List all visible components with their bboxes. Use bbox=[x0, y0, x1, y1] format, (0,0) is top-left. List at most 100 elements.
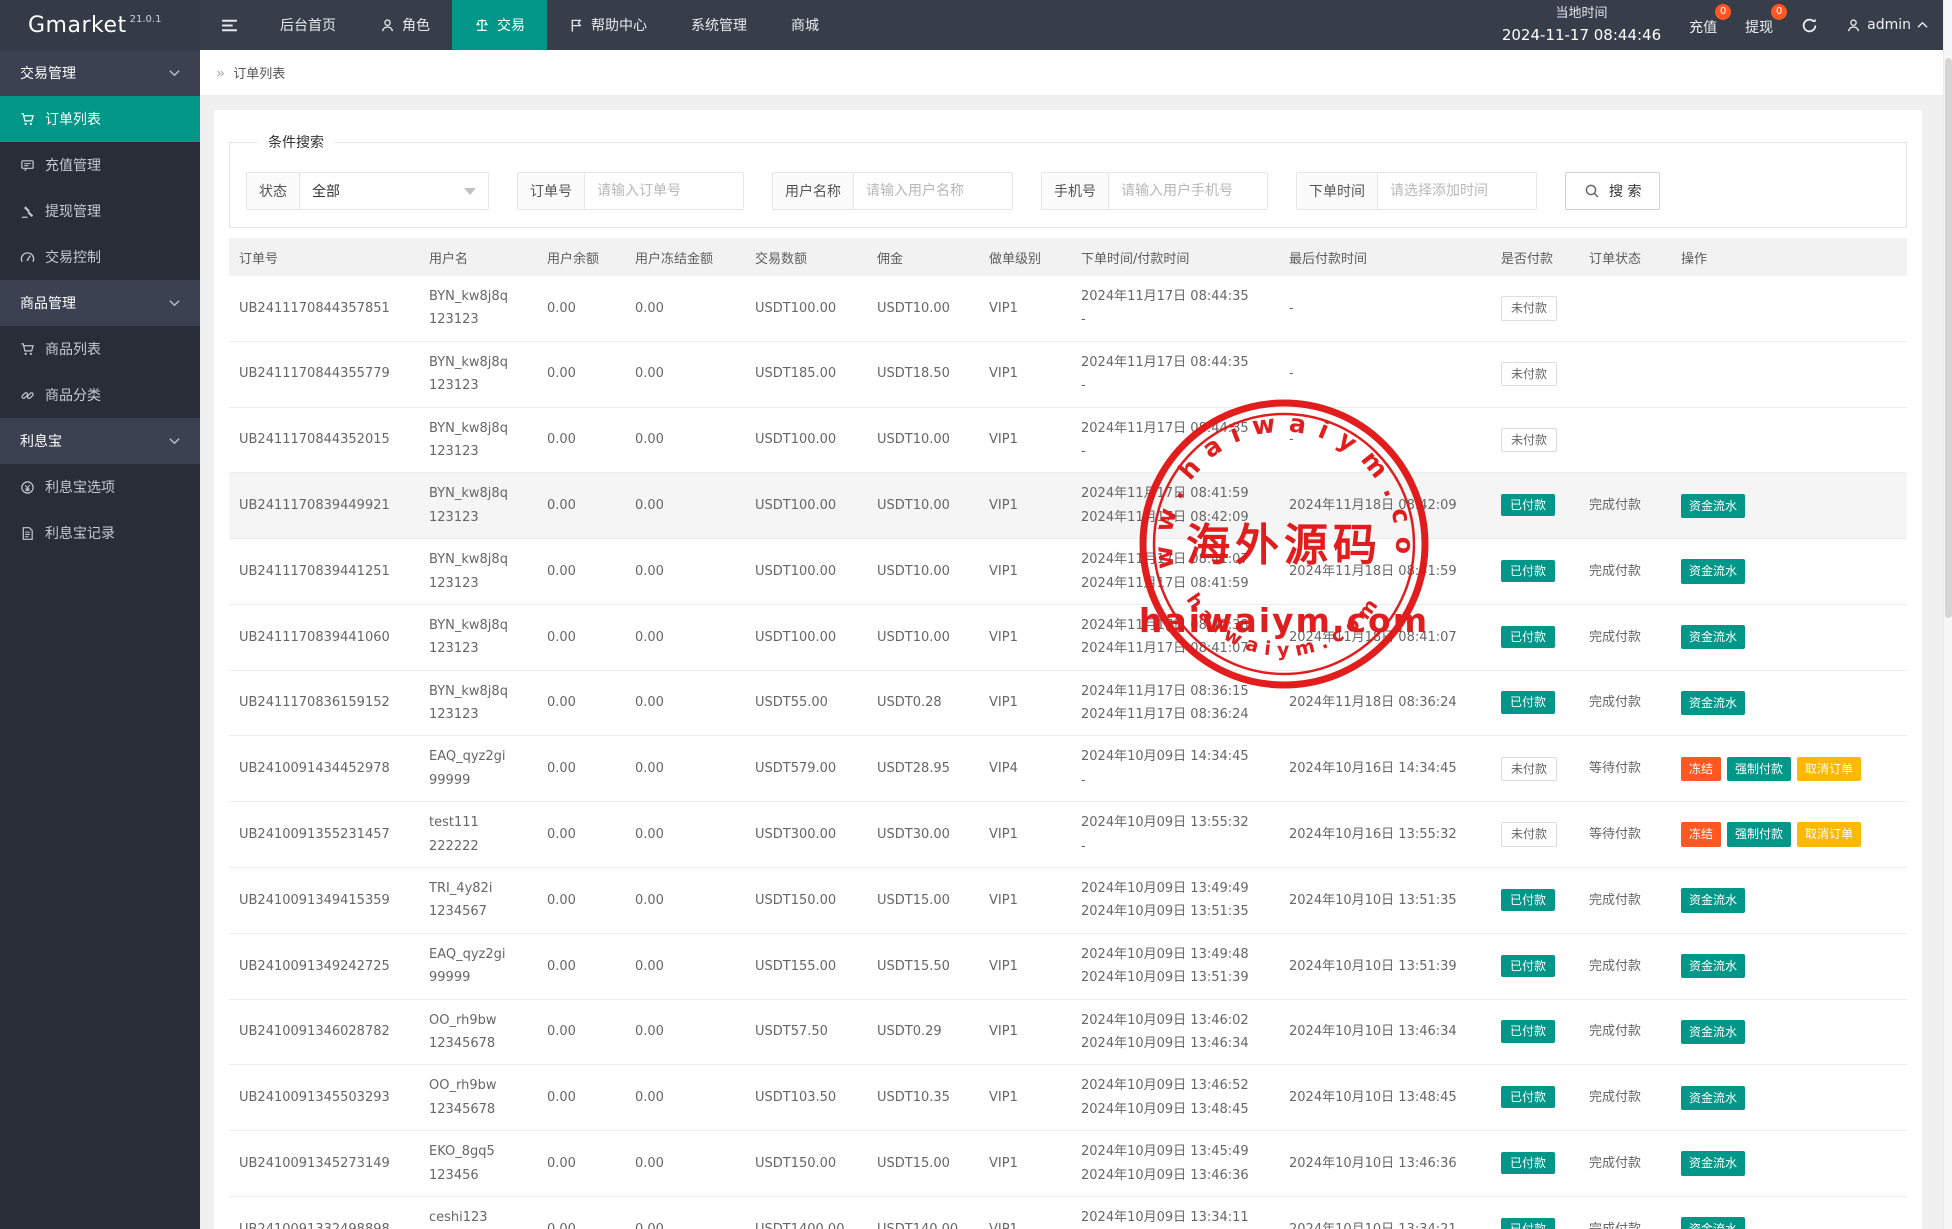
nav-item-help-center[interactable]: 帮助中心 bbox=[547, 0, 669, 50]
commission: USDT30.00 bbox=[877, 827, 950, 842]
vip-level: VIP1 bbox=[989, 564, 1018, 579]
actions-cell: 资金流水 bbox=[1671, 1196, 1907, 1229]
trade-amount: USDT57.50 bbox=[755, 1024, 828, 1039]
flow-button[interactable]: 资金流水 bbox=[1681, 625, 1745, 649]
order-time-filter: 下单时间 bbox=[1296, 172, 1537, 210]
commission: USDT15.00 bbox=[877, 893, 950, 908]
user-frozen-amount: 0.00 bbox=[635, 1090, 664, 1105]
last-pay-time: 2024年10月16日 13:55:32 bbox=[1289, 827, 1457, 842]
sidebar-item-goods-category[interactable]: 商品分类 bbox=[0, 372, 200, 418]
order-status: 等待付款 bbox=[1589, 827, 1641, 842]
commission: USDT10.00 bbox=[877, 564, 950, 579]
cart-icon bbox=[20, 342, 35, 357]
flow-button[interactable]: 资金流水 bbox=[1681, 1086, 1745, 1110]
flow-button[interactable]: 资金流水 bbox=[1681, 1217, 1745, 1229]
sidebar-item-trade-control[interactable]: 交易控制 bbox=[0, 234, 200, 280]
user-name: EAQ_qyz2gi bbox=[429, 745, 527, 768]
sidebar-item-withdraw-manage[interactable]: 提现管理 bbox=[0, 188, 200, 234]
column-header: 下单时间/付款时间 bbox=[1071, 238, 1279, 276]
order-no: UB2410091349415359 bbox=[239, 889, 409, 912]
sidebar-item-recharge-manage[interactable]: 充值管理 bbox=[0, 142, 200, 188]
filter-row: 状态 全部 订单号 用户名称 bbox=[240, 164, 1896, 212]
flow-button[interactable]: 资金流水 bbox=[1681, 888, 1745, 912]
pay-time: - bbox=[1081, 440, 1269, 463]
flow-button[interactable]: 资金流水 bbox=[1681, 1020, 1745, 1044]
order-no-input[interactable] bbox=[585, 173, 743, 209]
hamburger-icon[interactable] bbox=[200, 0, 258, 50]
sidebar-item-interest-options[interactable]: 利息宝选项 bbox=[0, 464, 200, 510]
sidebar-item-interest-records[interactable]: 利息宝记录 bbox=[0, 510, 200, 556]
refresh-icon[interactable] bbox=[1801, 17, 1818, 34]
pay-time: 2024年11月17日 08:41:59 bbox=[1081, 572, 1269, 595]
order-time-input[interactable] bbox=[1378, 173, 1536, 209]
user-frozen-amount: 0.00 bbox=[635, 893, 664, 908]
user-id: 123123 bbox=[429, 374, 527, 397]
user-frozen-amount: 0.00 bbox=[635, 827, 664, 842]
sidebar-group-interest[interactable]: 利息宝 bbox=[0, 418, 200, 464]
trade-amount: USDT150.00 bbox=[755, 1156, 836, 1171]
table-row: UB2411170839449921BYN_kw8j8q1231230.000.… bbox=[229, 473, 1907, 539]
user-balance: 0.00 bbox=[547, 366, 576, 381]
user-frozen-amount: 0.00 bbox=[635, 1156, 664, 1171]
username-label: 用户名称 bbox=[773, 173, 854, 209]
column-header: 用户余额 bbox=[537, 238, 625, 276]
sidebar-item-order-list[interactable]: 订单列表 bbox=[0, 96, 200, 142]
order-time: 2024年11月17日 08:44:35 bbox=[1081, 417, 1269, 440]
freeze-button[interactable]: 冻结 bbox=[1681, 757, 1721, 781]
flow-button[interactable]: 资金流水 bbox=[1681, 691, 1745, 715]
last-pay-time: 2024年10月10日 13:46:36 bbox=[1289, 1156, 1457, 1171]
nav-item-system[interactable]: 系统管理 bbox=[669, 0, 769, 50]
flow-button[interactable]: 资金流水 bbox=[1681, 1151, 1745, 1175]
order-no: UB2410091434452978 bbox=[239, 757, 409, 780]
order-status: 完成付款 bbox=[1589, 959, 1641, 974]
search-legend: 条件搜索 bbox=[258, 132, 334, 152]
gauge-icon bbox=[20, 250, 35, 265]
flow-button[interactable]: 资金流水 bbox=[1681, 954, 1745, 978]
force-button[interactable]: 强制付款 bbox=[1727, 822, 1791, 846]
trade-amount: USDT100.00 bbox=[755, 630, 836, 645]
top-navbar: Gmarket 21.0.1 后台首页角色交易帮助中心系统管理商城 当地时间 2… bbox=[0, 0, 1952, 50]
actions-cell: 资金流水 bbox=[1671, 999, 1907, 1065]
sidebar: 交易管理订单列表充值管理提现管理交易控制商品管理商品列表商品分类利息宝利息宝选项… bbox=[0, 50, 200, 1229]
cancel-button[interactable]: 取消订单 bbox=[1797, 757, 1861, 781]
paid-status-badge: 已付款 bbox=[1501, 889, 1555, 911]
scrollbar-thumb[interactable] bbox=[1945, 58, 1952, 618]
freeze-button[interactable]: 冻结 bbox=[1681, 822, 1721, 846]
flow-button[interactable]: 资金流水 bbox=[1681, 559, 1745, 583]
sidebar-item-goods-list[interactable]: 商品列表 bbox=[0, 326, 200, 372]
user-name: BYN_kw8j8q bbox=[429, 680, 527, 703]
cancel-button[interactable]: 取消订单 bbox=[1797, 822, 1861, 846]
breadcrumb: » 订单列表 bbox=[200, 50, 1952, 96]
sidebar-item-label: 充值管理 bbox=[45, 155, 101, 175]
username-input[interactable] bbox=[854, 173, 1012, 209]
sidebar-group-goods-manage[interactable]: 商品管理 bbox=[0, 280, 200, 326]
nav-item-mall[interactable]: 商城 bbox=[769, 0, 841, 50]
flow-button[interactable]: 资金流水 bbox=[1681, 494, 1745, 518]
user-name: BYN_kw8j8q bbox=[429, 351, 527, 374]
nav-item-label: 帮助中心 bbox=[591, 15, 647, 35]
nav-item-home[interactable]: 后台首页 bbox=[258, 0, 358, 50]
local-time: 当地时间 2024-11-17 08:44:46 bbox=[1502, 4, 1661, 46]
nav-item-roles[interactable]: 角色 bbox=[358, 0, 452, 50]
nav-item-trade[interactable]: 交易 bbox=[452, 0, 547, 50]
order-time: 2024年11月17日 08:36:15 bbox=[1081, 680, 1269, 703]
recharge-link[interactable]: 充值 0 bbox=[1689, 13, 1717, 37]
withdraw-link[interactable]: 提现 0 bbox=[1745, 13, 1773, 37]
orders-table: 订单号用户名用户余额用户冻结金额交易数额佣金做单级别下单时间/付款时间最后付款时… bbox=[229, 238, 1907, 1229]
status-select[interactable]: 全部 bbox=[300, 173, 488, 209]
order-time: 2024年10月09日 13:55:32 bbox=[1081, 811, 1269, 834]
phone-input[interactable] bbox=[1109, 173, 1267, 209]
force-button[interactable]: 强制付款 bbox=[1727, 757, 1791, 781]
user-frozen-amount: 0.00 bbox=[635, 301, 664, 316]
trade-amount: USDT100.00 bbox=[755, 301, 836, 316]
order-time: 2024年11月17日 08:44:35 bbox=[1081, 285, 1269, 308]
user-balance: 0.00 bbox=[547, 301, 576, 316]
commission: USDT10.00 bbox=[877, 630, 950, 645]
user-balance: 0.00 bbox=[547, 1024, 576, 1039]
admin-menu[interactable]: admin bbox=[1846, 17, 1928, 33]
sidebar-group-trade-manage[interactable]: 交易管理 bbox=[0, 50, 200, 96]
order-no: UB2411170839449921 bbox=[239, 494, 409, 517]
search-button[interactable]: 搜 索 bbox=[1565, 172, 1660, 210]
actions-cell: 资金流水 bbox=[1671, 933, 1907, 999]
order-no: UB2411170839441251 bbox=[239, 560, 409, 583]
